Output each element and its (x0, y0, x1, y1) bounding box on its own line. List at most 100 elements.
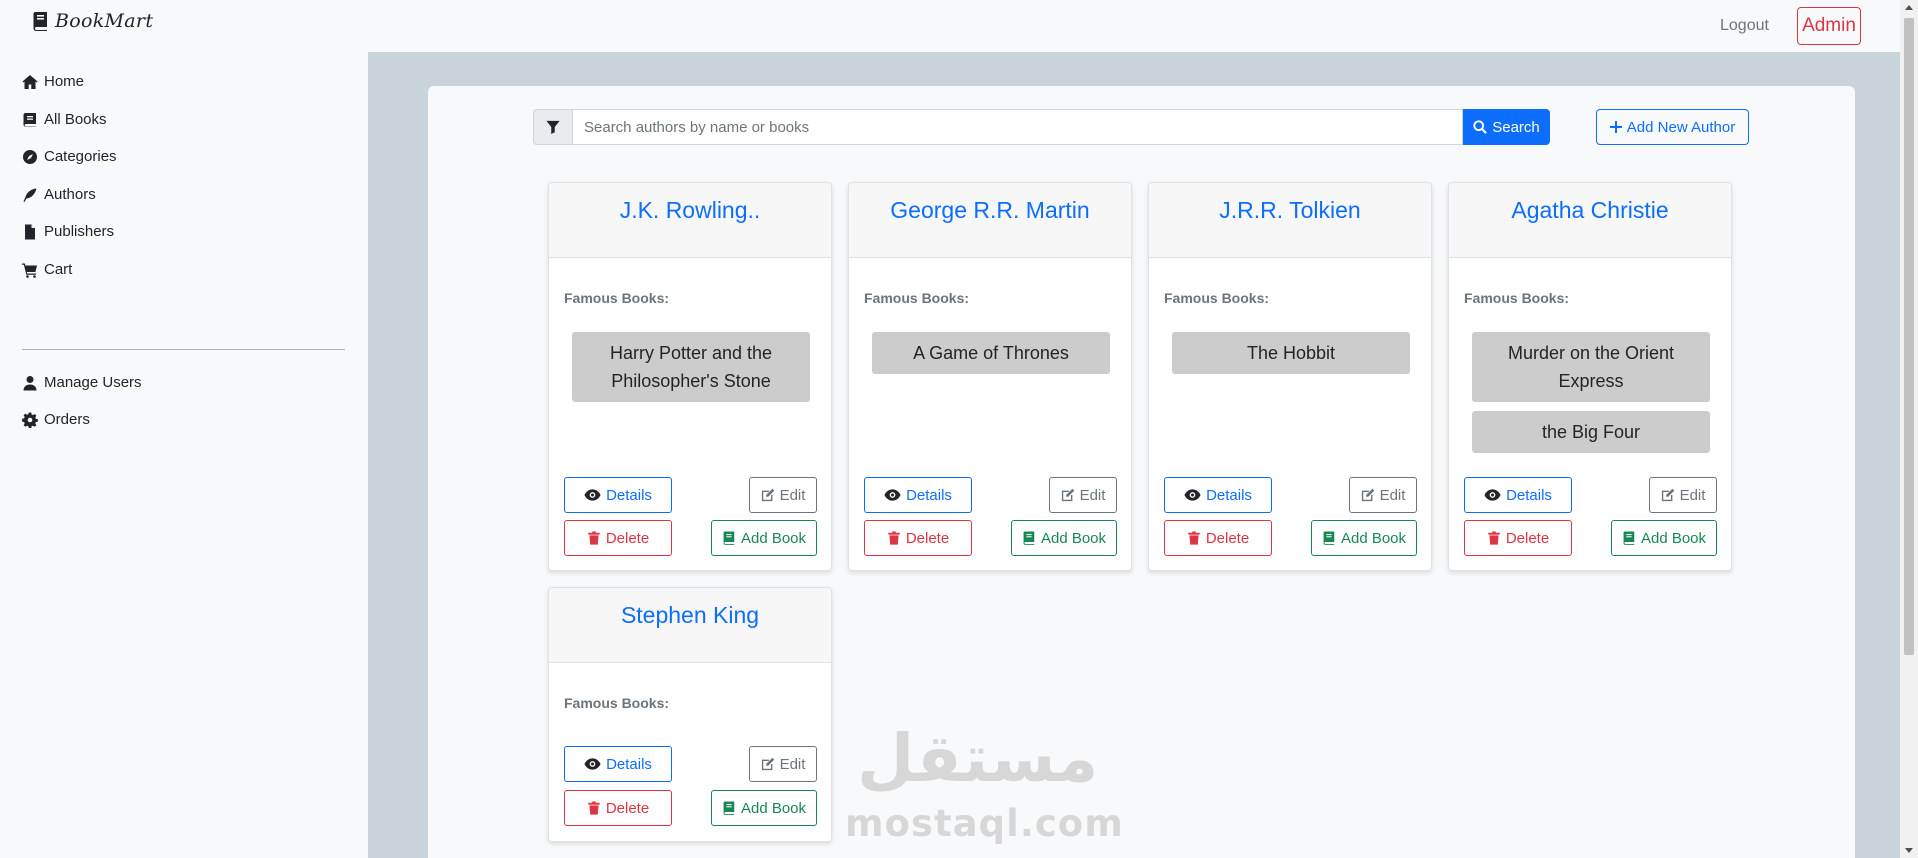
edit-button[interactable]: Edit (1049, 477, 1117, 513)
details-label: Details (606, 755, 652, 773)
book-icon (1023, 531, 1035, 545)
delete-label: Delete (605, 529, 650, 547)
famous-books-label: Famous Books: (864, 290, 970, 306)
sidebar-item-label: Categories (44, 148, 117, 165)
author-card: J.R.R. Tolkien Famous Books: The Hobbit … (1148, 182, 1432, 571)
delete-label: Delete (605, 799, 650, 817)
watermark: مستقل mostaql.com (845, 720, 1123, 845)
book-item: the Big Four (1472, 411, 1710, 453)
sidebar-item-home[interactable]: Home (22, 73, 84, 90)
delete-button[interactable]: Delete (864, 520, 972, 556)
details-label: Details (606, 486, 652, 504)
details-button[interactable]: Details (564, 746, 672, 782)
sidebar-item-label: Manage Users (44, 374, 142, 391)
delete-button[interactable]: Delete (564, 790, 672, 826)
watermark-arabic: مستقل (857, 720, 1099, 797)
edit-label: Edit (1379, 486, 1406, 504)
edit-button[interactable]: Edit (749, 477, 817, 513)
add-book-button[interactable]: Add Book (711, 790, 817, 826)
details-button[interactable]: Details (1164, 477, 1272, 513)
edit-label: Edit (1679, 486, 1706, 504)
sidebar-item-cart[interactable]: Cart (22, 261, 72, 278)
eye-icon (1184, 489, 1201, 501)
logout-link[interactable]: Logout (1720, 17, 1769, 35)
add-book-button[interactable]: Add Book (1011, 520, 1117, 556)
details-button[interactable]: Details (864, 477, 972, 513)
delete-label: Delete (1205, 529, 1250, 547)
details-button[interactable]: Details (1464, 477, 1572, 513)
top-navbar: BookMart Logout Admin (0, 0, 1900, 52)
file-icon (25, 224, 35, 239)
vertical-scrollbar[interactable] (1900, 0, 1918, 858)
edit-button[interactable]: Edit (1349, 477, 1417, 513)
book-icon (1323, 531, 1335, 545)
add-new-author-button[interactable]: Add New Author (1596, 109, 1749, 145)
brand[interactable]: BookMart (33, 10, 153, 32)
book-item: The Hobbit (1172, 332, 1410, 374)
scroll-thumb[interactable] (1904, 18, 1914, 655)
delete-button[interactable]: Delete (1464, 520, 1572, 556)
book-icon (33, 12, 47, 31)
delete-button[interactable]: Delete (564, 520, 672, 556)
cart-icon (22, 263, 37, 278)
author-card: Stephen King Famous Books: Details Edit … (548, 587, 832, 842)
compass-icon (23, 149, 37, 164)
filter-icon (546, 120, 560, 134)
sidebar-item-categories[interactable]: Categories (22, 148, 117, 165)
eye-icon (584, 758, 601, 770)
author-name[interactable]: George R.R. Martin (890, 197, 1089, 257)
authors-panel: Search Add New Author J.K. Rowling.. Fam… (428, 86, 1855, 858)
edit-label: Edit (779, 755, 806, 773)
sidebar-item-authors[interactable]: Authors (22, 186, 96, 203)
user-icon (23, 375, 37, 390)
edit-button[interactable]: Edit (1649, 477, 1717, 513)
book-item: Murder on the Orient Express (1472, 332, 1710, 402)
book-icon (723, 531, 735, 545)
main-content: Search Add New Author J.K. Rowling.. Fam… (368, 52, 1900, 858)
sidebar-item-all-books[interactable]: All Books (22, 111, 107, 128)
card-header: J.K. Rowling.. (549, 183, 831, 258)
trash-icon (588, 801, 600, 815)
author-name[interactable]: J.R.R. Tolkien (1219, 197, 1360, 257)
details-label: Details (1506, 486, 1552, 504)
add-book-button[interactable]: Add Book (711, 520, 817, 556)
details-button[interactable]: Details (564, 477, 672, 513)
sidebar-item-label: Orders (44, 411, 90, 428)
author-name[interactable]: J.K. Rowling.. (620, 197, 761, 257)
search-input[interactable] (572, 109, 1463, 145)
search-button[interactable]: Search (1463, 109, 1550, 145)
delete-button[interactable]: Delete (1164, 520, 1272, 556)
author-card: Agatha Christie Famous Books: Murder on … (1448, 182, 1732, 571)
gear-icon (22, 412, 38, 428)
sidebar-item-label: All Books (44, 111, 107, 128)
add-book-label: Add Book (740, 529, 807, 547)
card-header: George R.R. Martin (849, 183, 1131, 258)
author-card: George R.R. Martin Famous Books: A Game … (848, 182, 1132, 571)
feather-icon (23, 188, 37, 202)
delete-label: Delete (905, 529, 950, 547)
famous-books-label: Famous Books: (1464, 290, 1570, 306)
card-header: Stephen King (549, 588, 831, 663)
author-name[interactable]: Stephen King (621, 602, 759, 662)
sidebar-item-publishers[interactable]: Publishers (22, 223, 114, 240)
admin-button[interactable]: Admin (1797, 7, 1861, 45)
trash-icon (588, 531, 600, 545)
edit-icon (1361, 488, 1374, 502)
book-icon (1623, 531, 1635, 545)
author-name[interactable]: Agatha Christie (1511, 197, 1668, 257)
filter-button[interactable] (533, 109, 572, 145)
search-icon (1473, 120, 1488, 134)
add-book-button[interactable]: Add Book (1611, 520, 1717, 556)
edit-icon (1661, 488, 1674, 502)
author-card: J.K. Rowling.. Famous Books: Harry Potte… (548, 182, 832, 571)
add-book-button[interactable]: Add Book (1311, 520, 1417, 556)
sidebar-item-manage-users[interactable]: Manage Users (22, 374, 142, 391)
sidebar-item-label: Authors (44, 186, 96, 203)
brand-name: BookMart (55, 10, 154, 32)
edit-button[interactable]: Edit (749, 746, 817, 782)
sidebar-item-orders[interactable]: Orders (22, 411, 90, 428)
trash-icon (1188, 531, 1200, 545)
eye-icon (584, 489, 601, 501)
scroll-up-icon[interactable] (1905, 5, 1913, 10)
scroll-down-icon[interactable] (1905, 848, 1913, 853)
